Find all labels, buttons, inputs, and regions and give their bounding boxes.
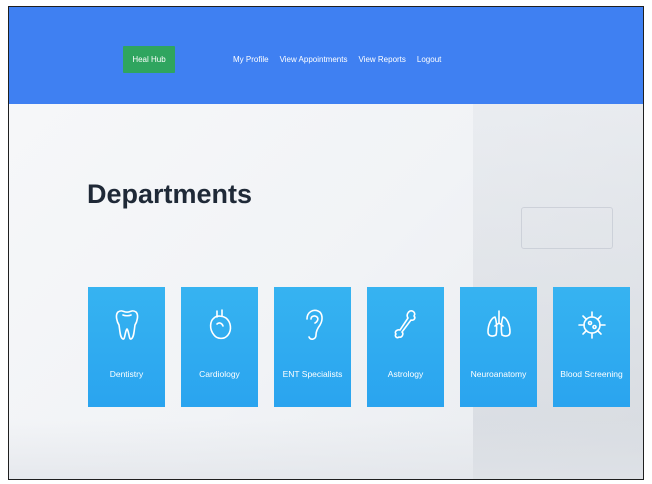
department-label: ENT Specialists — [282, 369, 343, 379]
virus-icon — [578, 307, 606, 343]
page-title: Departments — [87, 179, 253, 209]
department-label: Neuroanatomy — [470, 369, 527, 379]
nav-my-profile[interactable]: My Profile — [233, 55, 269, 64]
department-card-ent-specialists[interactable]: ENT Specialists — [274, 287, 351, 407]
department-label: Dentistry — [109, 369, 144, 379]
nav-view-appointments[interactable]: View Appointments — [280, 55, 348, 64]
bone-icon — [392, 307, 420, 343]
heart-icon — [206, 307, 234, 343]
department-card-dentistry[interactable]: Dentistry — [88, 287, 165, 407]
background-image-detail — [521, 207, 613, 249]
nav-view-reports[interactable]: View Reports — [358, 55, 405, 64]
navbar: Heal Hub My Profile View Appointments Vi… — [9, 7, 643, 104]
nav-links: My Profile View Appointments View Report… — [233, 55, 441, 64]
department-card-neuroanatomy[interactable]: Neuroanatomy — [460, 287, 537, 407]
lungs-icon — [485, 307, 513, 343]
nav-logout[interactable]: Logout — [417, 55, 441, 64]
department-label: Blood Screening — [560, 369, 623, 379]
app-window: Heal Hub My Profile View Appointments Vi… — [8, 6, 644, 480]
department-label: Astrology — [387, 369, 424, 379]
department-cards: Dentistry Cardiology ENT Specialists Ast… — [88, 287, 630, 407]
tooth-icon — [113, 307, 141, 343]
background-image-floor — [9, 419, 643, 479]
ear-icon — [299, 307, 327, 343]
department-card-blood-screening[interactable]: Blood Screening — [553, 287, 630, 407]
department-label: Cardiology — [199, 369, 240, 379]
brand-logo-button[interactable]: Heal Hub — [123, 46, 175, 73]
department-card-cardiology[interactable]: Cardiology — [181, 287, 258, 407]
department-card-astrology[interactable]: Astrology — [367, 287, 444, 407]
